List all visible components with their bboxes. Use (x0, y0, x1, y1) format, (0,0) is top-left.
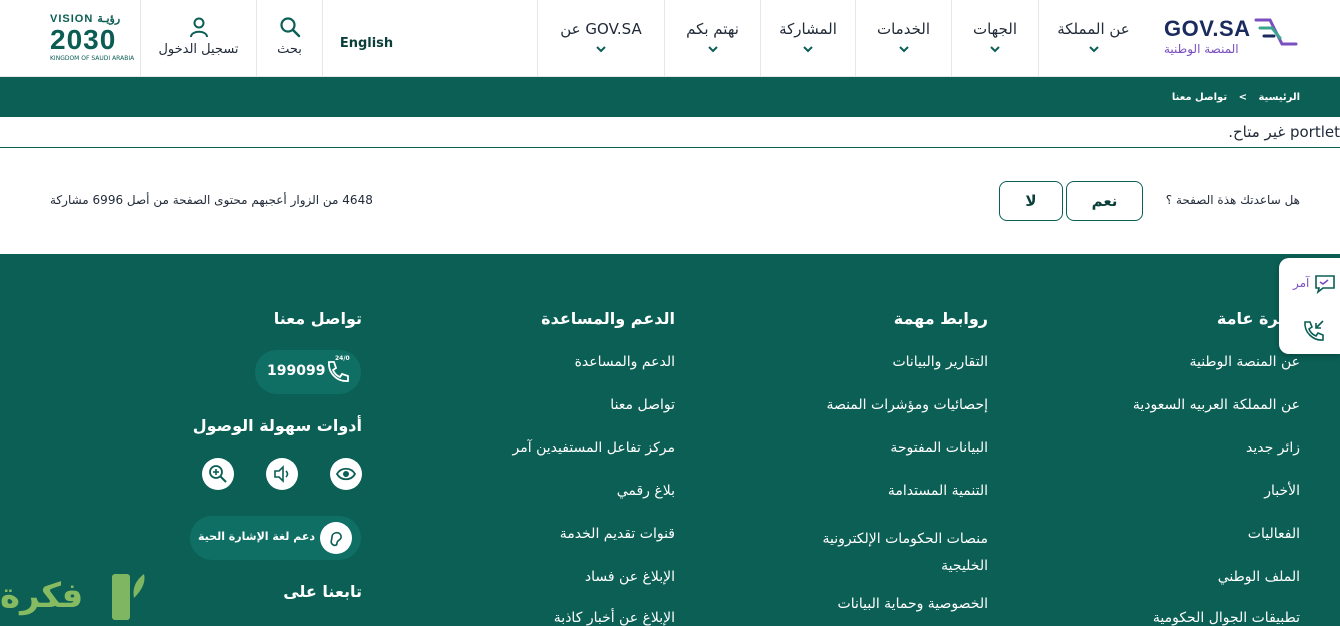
language-label: English (339, 36, 394, 51)
vision-line2: 2030 (50, 24, 117, 55)
footer: نظرة عامة عن المنصة الوطنية عن المملكة ا… (0, 254, 1340, 626)
feedback-yes-button[interactable]: نعم (1066, 181, 1143, 221)
contrast-button[interactable] (330, 458, 362, 490)
logo-subtitle: المنصة الوطنية (1164, 42, 1239, 56)
breadcrumb-current: تواصل معنا (1171, 92, 1228, 103)
call-back-button[interactable] (1279, 310, 1340, 350)
login-label: تسجيل الدخول (158, 42, 239, 57)
nav-label: المشاركة (779, 20, 837, 38)
footer-link[interactable]: البيانات المفتوحة (890, 440, 988, 456)
footer-link[interactable]: قنوات تقديم الخدمة (560, 526, 675, 542)
incoming-call-icon (1304, 320, 1324, 341)
nav-label: عن المملكة (1057, 20, 1130, 38)
phone-badge: 24/0 (335, 355, 350, 362)
user-icon (189, 17, 208, 38)
footer-col-title: روابط مهمة (893, 309, 988, 328)
nav-about-govsa[interactable]: عن GOV.SA (537, 0, 664, 77)
phone-number: 199099 (267, 363, 326, 379)
amer-label: آمر (1293, 276, 1310, 290)
portlet-unavailable-message: portlet غير متاح. (1228, 123, 1340, 141)
footer-col-title: الدعم والمساعدة (541, 309, 675, 328)
footer-link[interactable]: الإبلاغ عن فساد (585, 569, 675, 585)
chevron-down-icon (803, 46, 813, 53)
nav-about-kingdom[interactable]: عن المملكة (1038, 0, 1148, 77)
chat-icon (1315, 275, 1335, 295)
breadcrumb-home[interactable]: الرئيسية (1258, 92, 1300, 103)
nav-entities[interactable]: الجهات (951, 0, 1038, 77)
breadcrumb: الرئيسية > تواصل معنا (1172, 92, 1300, 103)
nav-label: نهتم بكم (686, 20, 739, 38)
footer-link[interactable]: منصات الحكومات الإلكترونية الخليجية (808, 526, 988, 580)
book-icon (112, 574, 145, 620)
footer-link[interactable]: عن المنصة الوطنية (1189, 354, 1300, 370)
footer-link[interactable]: الخصوصية وحماية البيانات (838, 596, 988, 612)
nav-services[interactable]: الخدمات (855, 0, 951, 77)
speaker-icon (274, 465, 289, 483)
vision-line3: KINGDOM OF SAUDI ARABIA (50, 55, 135, 62)
footer-link[interactable]: إحصائيات ومؤشرات المنصة (826, 397, 988, 413)
footer-link[interactable]: الإبلاغ عن أخبار كاذبة (554, 610, 675, 626)
search-label: بحث (277, 42, 302, 57)
accessibility-title: أدوات سهولة الوصول (192, 416, 362, 435)
zoom-in-icon (209, 465, 227, 483)
ear-icon (320, 522, 352, 554)
divider (0, 147, 1340, 148)
nav-participation[interactable]: المشاركة (760, 0, 855, 77)
footer-link[interactable]: التنمية المستدامة (888, 483, 988, 499)
footer-link[interactable]: التقارير والبيانات (892, 354, 988, 370)
follow-title: تابعنا على (283, 582, 362, 601)
footer-col-title: تواصل معنا (273, 309, 362, 328)
feedback-no-button[interactable]: لا (999, 181, 1063, 221)
nav-label: الخدمات (876, 20, 931, 38)
chevron-down-icon (898, 46, 909, 53)
sign-language-label: دعم لغة الإشارة الحية (197, 530, 315, 543)
footer-link[interactable]: الفعاليات (1248, 526, 1300, 542)
nav-label: عن GOV.SA (560, 20, 642, 38)
footer-link[interactable]: تطبيقات الجوال الحكومية (1153, 610, 1300, 626)
chevron-down-icon (707, 46, 718, 53)
vision-2030-logo: VISION رؤيـة 2030 KINGDOM OF SAUDI ARABI… (44, 10, 134, 68)
footer-link[interactable]: بلاغ رقمي (617, 483, 675, 499)
nav-we-care[interactable]: نهتم بكم (664, 0, 760, 77)
footer-link[interactable]: زائر جديد (1246, 440, 1300, 456)
gov-sa-logo[interactable]: GOV.SA المنصة الوطنية (1160, 12, 1305, 62)
chevron-down-icon (1088, 46, 1099, 53)
sign-language-button[interactable]: دعم لغة الإشارة الحية (190, 516, 361, 560)
phone-pill[interactable]: 199099 24/0 (255, 350, 361, 394)
footer-link[interactable]: الأخبار (1264, 483, 1300, 499)
watermark-logo: فكرة (0, 566, 160, 626)
watermark-text: فكرة (0, 576, 84, 616)
logo-text: GOV.SA (1164, 16, 1251, 41)
breadcrumb-separator: > (1238, 92, 1247, 103)
search-icon (279, 17, 300, 38)
nav-label: الجهات (972, 20, 1018, 38)
login-button[interactable]: تسجيل الدخول (140, 0, 256, 77)
chevron-down-icon (596, 46, 606, 53)
footer-link[interactable]: تواصل معنا (610, 397, 675, 413)
footer-link[interactable]: عن المملكة العربيه السعودية (1133, 397, 1300, 413)
footer-link[interactable]: الملف الوطني (1218, 569, 1300, 585)
search-button[interactable]: بحث (256, 0, 322, 77)
logo-mark-icon (1254, 18, 1298, 46)
feedback-question: هل ساعدتك هذة الصفحة ؟ (1165, 193, 1300, 207)
amer-button[interactable]: آمر (1279, 264, 1340, 304)
zoom-in-button[interactable] (202, 458, 234, 490)
feedback-stats: 4648 من الزوار أعجبهم محتوى الصفحة من أص… (50, 193, 373, 207)
chevron-down-icon (990, 46, 1000, 53)
eye-icon (336, 467, 356, 481)
top-header: GOV.SA المنصة الوطنية عن المملكة الجهات … (0, 0, 1340, 77)
footer-link[interactable]: مركز تفاعل المستفيدين آمر (513, 440, 675, 456)
breadcrumb-bar: الرئيسية > تواصل معنا (0, 77, 1340, 117)
language-switch[interactable]: English (322, 0, 410, 77)
side-support-tab: آمر (1279, 258, 1340, 354)
footer-link[interactable]: الدعم والمساعدة (575, 354, 675, 370)
text-to-speech-button[interactable] (266, 458, 298, 490)
